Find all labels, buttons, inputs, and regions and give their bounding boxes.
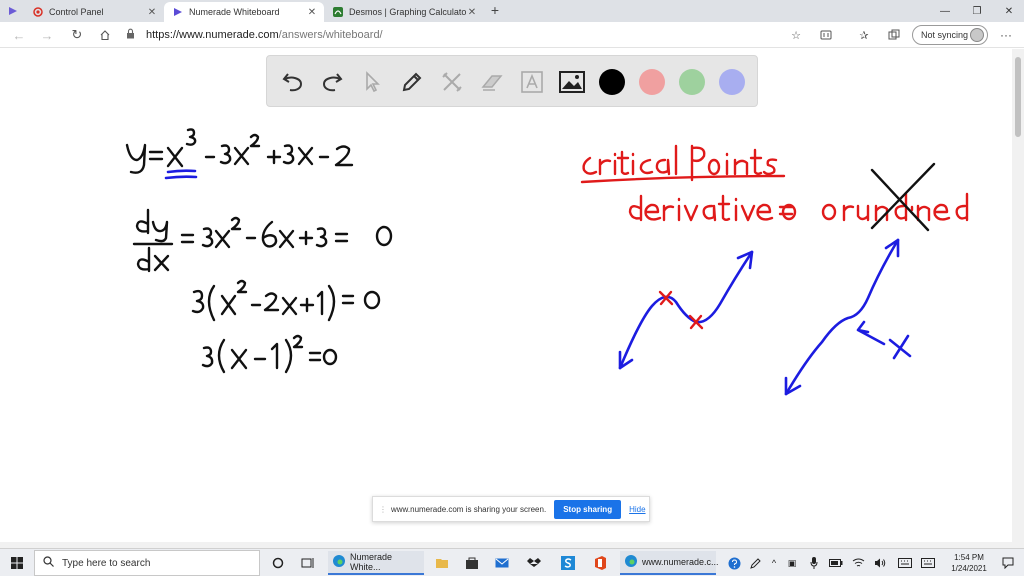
keyboard-icon[interactable] <box>918 551 938 575</box>
volume-icon[interactable] <box>872 551 888 575</box>
taskbar: Type here to search Numerade White... ww… <box>0 548 1024 576</box>
equation-4 <box>201 334 338 374</box>
cortana-icon[interactable] <box>266 551 290 575</box>
drag-handle-icon[interactable]: ⋮ <box>379 505 387 514</box>
notifications-icon[interactable] <box>998 551 1018 575</box>
blue-ink-graphs <box>618 238 912 396</box>
taskbar-search-input[interactable]: Type here to search <box>34 550 260 576</box>
search-icon <box>43 556 54 570</box>
note-critical-points <box>580 144 786 184</box>
curve-left <box>618 250 754 370</box>
clock-date: 1/24/2021 <box>951 564 987 573</box>
office-icon[interactable] <box>588 551 612 575</box>
clock-time: 1:54 PM <box>954 553 984 562</box>
equation-3 <box>191 279 381 322</box>
taskbar-app-numerade[interactable]: Numerade White... <box>328 551 424 575</box>
pen-workspace-icon[interactable] <box>746 551 764 575</box>
undefined-crossout <box>870 162 936 232</box>
edge-icon <box>624 554 638 570</box>
task-view-icon[interactable] <box>296 551 320 575</box>
file-explorer-icon[interactable] <box>430 551 454 575</box>
vertical-scrollbar[interactable] <box>1012 49 1024 542</box>
help-icon[interactable] <box>724 551 744 575</box>
app-s-icon[interactable] <box>556 551 580 575</box>
search-placeholder: Type here to search <box>62 557 151 569</box>
scrollbar-thumb[interactable] <box>1015 57 1021 137</box>
curve-right <box>784 238 900 396</box>
language-icon[interactable] <box>896 551 914 575</box>
handwriting-layer <box>125 128 969 396</box>
tray-chevron-icon[interactable]: ^ <box>766 551 782 575</box>
screen-share-banner: ⋮ www.numerade.com is sharing your scree… <box>372 496 650 522</box>
mail-icon[interactable] <box>490 551 514 575</box>
mark-x <box>888 334 912 360</box>
wifi-icon[interactable] <box>850 551 866 575</box>
tray-app-icon[interactable]: ▣ <box>784 551 800 575</box>
share-message: www.numerade.com is sharing your screen. <box>391 504 547 514</box>
x-cubed-underline <box>164 169 198 180</box>
pointer-arrow <box>856 320 886 346</box>
black-ink-equations <box>125 128 393 374</box>
taskbar-app-label: Numerade White... <box>350 552 393 572</box>
equation-1 <box>125 128 354 174</box>
taskbar-clock[interactable]: 1:54 PM 1/24/2021 <box>944 552 994 574</box>
windows-start-icon[interactable] <box>6 551 28 575</box>
stop-sharing-button[interactable]: Stop sharing <box>554 499 622 519</box>
taskbar-app-label: www.numerade.c... <box>642 557 719 567</box>
dropbox-icon[interactable] <box>522 551 546 575</box>
microphone-icon[interactable] <box>806 551 822 575</box>
battery-icon[interactable] <box>828 551 844 575</box>
edge-icon <box>332 554 346 570</box>
hide-link[interactable]: Hide <box>629 505 645 514</box>
store-icon[interactable] <box>460 551 484 575</box>
taskbar-app-browser[interactable]: www.numerade.c... <box>620 551 719 575</box>
equation-2 <box>132 208 393 273</box>
